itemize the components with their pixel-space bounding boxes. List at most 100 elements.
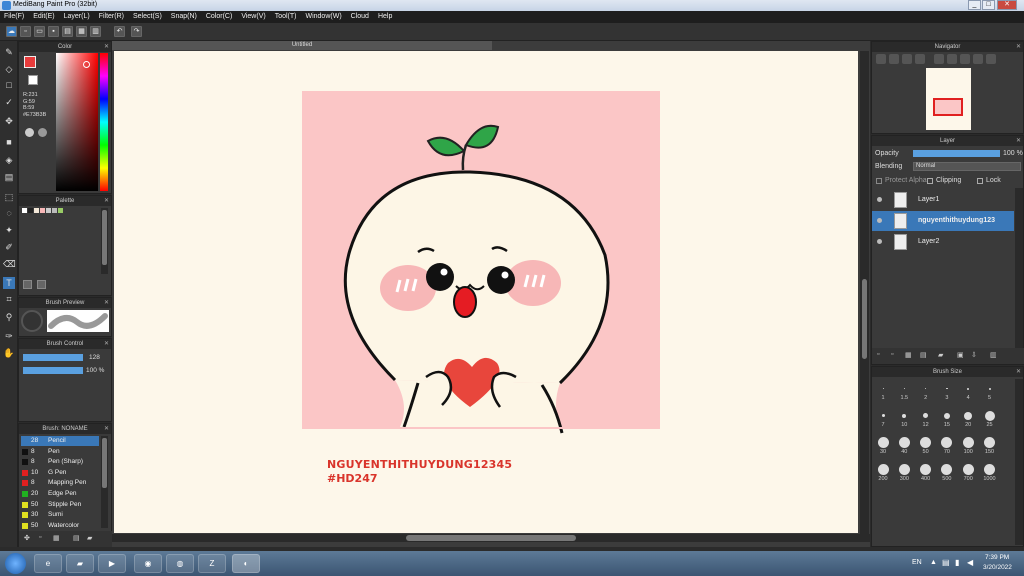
move-tool-icon[interactable]: ✥ [3, 115, 15, 127]
hand-tool-icon[interactable]: ✋ [3, 347, 15, 359]
brush-size-option[interactable]: 700 [961, 464, 975, 482]
brush-item-watercolor[interactable]: 50 Watercolor [21, 521, 109, 531]
menu-file[interactable]: File(F) [0, 11, 29, 23]
visibility-icon[interactable] [877, 197, 882, 202]
select-eraser-icon[interactable]: ⌫ [3, 258, 16, 270]
menu-tool[interactable]: Tool(T) [271, 11, 302, 23]
redo-button[interactable]: ↷ [131, 26, 142, 37]
brush-size-option[interactable]: 1.5 [897, 383, 911, 401]
gradient-tool-icon[interactable]: ▤ [3, 171, 15, 183]
brush-size-option[interactable]: 70 [940, 437, 954, 455]
select-pen-icon[interactable]: ✐ [3, 241, 15, 253]
palette-swatch[interactable] [34, 208, 39, 213]
color-wheel-icon[interactable] [25, 128, 34, 137]
app-icon[interactable]: ◉ [134, 554, 162, 573]
brush-size-option[interactable]: 150 [983, 437, 997, 455]
brush-item-pen-sharp[interactable]: 8 Pen (Sharp) [21, 457, 109, 467]
brush-edit-icon[interactable]: ▤ [73, 534, 80, 542]
layer-scrollbar[interactable] [1015, 188, 1023, 348]
close-icon[interactable]: ✕ [104, 196, 109, 206]
layer-opacity-slider[interactable] [913, 150, 1000, 157]
menu-window[interactable]: Window(W) [301, 11, 346, 23]
shape-tool-icon[interactable]: □ [3, 79, 15, 91]
brush-size-option[interactable]: 4 [961, 383, 975, 401]
brush-item-pen[interactable]: 8 Pen [21, 447, 109, 457]
brush-size-option[interactable]: 300 [897, 464, 911, 482]
brush-item-g-pen[interactable]: 10 G Pen [21, 468, 109, 478]
hue-slider[interactable] [100, 53, 108, 191]
brush-item-stipple-pen[interactable]: 50 Stipple Pen [21, 500, 109, 510]
brush-size-option[interactable]: 1000 [983, 464, 997, 482]
brush-size-option[interactable]: 30 [876, 437, 890, 455]
brush-size-option[interactable]: 25 [983, 410, 997, 428]
menu-view[interactable]: View(V) [237, 11, 270, 23]
trash-icon[interactable]: ▥ [990, 351, 997, 359]
navigator-thumbnail[interactable] [926, 68, 971, 130]
start-button[interactable] [5, 553, 26, 574]
add-color-icon[interactable] [23, 280, 32, 289]
layer-row[interactable]: Layer1 [872, 190, 1014, 210]
close-icon[interactable]: ✕ [104, 298, 109, 308]
brush-size-option[interactable]: 10 [897, 410, 911, 428]
lock-checkbox[interactable] [977, 178, 983, 184]
brush-size-option[interactable]: 100 [961, 437, 975, 455]
minimize-button[interactable]: _ [968, 0, 981, 10]
chrome-icon[interactable]: ◍ [166, 554, 194, 573]
palette-swatch[interactable] [46, 208, 51, 213]
divide-tool-icon[interactable]: ⌗ [3, 293, 15, 305]
zoom-in-icon[interactable] [889, 54, 899, 64]
brush-add-icon[interactable]: ▦ [53, 534, 60, 542]
bucket-tool-icon[interactable]: ◈ [3, 154, 15, 166]
duplicate-layer-icon[interactable]: ▣ [957, 351, 964, 359]
magic-wand-icon[interactable]: ✦ [3, 224, 15, 236]
zalo-icon[interactable]: Z [198, 554, 226, 573]
horizontal-scroll-thumb[interactable] [406, 535, 576, 541]
palette-swatch[interactable] [22, 208, 27, 213]
network-icon[interactable]: ▤ [942, 558, 950, 567]
halftone-layer-icon[interactable]: ▦ [905, 351, 912, 359]
blending-select[interactable]: Normal [913, 162, 1021, 171]
brush-size-option[interactable]: 2 [919, 383, 933, 401]
menu-color[interactable]: Color(C) [202, 11, 237, 23]
new-layer-icon[interactable]: ▫ [877, 351, 879, 358]
brush-item-mapping-pen[interactable]: 8 Mapping Pen [21, 478, 109, 488]
document-tab[interactable]: Untitled [112, 41, 492, 50]
menu-layer[interactable]: Layer(L) [60, 11, 95, 23]
close-icon[interactable]: ✕ [1016, 42, 1021, 52]
brush-size-option[interactable]: 15 [940, 410, 954, 428]
open-icon[interactable]: ▭ [34, 26, 45, 37]
brush-size-option[interactable]: 1 [876, 383, 890, 401]
brush-size-option[interactable]: 3 [940, 383, 954, 401]
palette-swatch[interactable] [40, 208, 45, 213]
palette-swatch[interactable] [58, 208, 63, 213]
clipping-checkbox[interactable] [927, 178, 933, 184]
horizontal-scrollbar[interactable] [112, 534, 870, 542]
menu-cloud[interactable]: Cloud [347, 11, 374, 23]
delete-color-icon[interactable] [37, 280, 46, 289]
brush-settings-icon[interactable]: ✤ [24, 534, 30, 542]
vertical-scroll-thumb[interactable] [862, 279, 867, 359]
palette-swatch[interactable] [52, 208, 57, 213]
save-icon[interactable]: ▪ [48, 26, 59, 37]
maximize-button[interactable]: □ [982, 0, 995, 10]
fill-rect-icon[interactable]: ■ [3, 136, 15, 148]
medibang-icon[interactable]: ◐ [232, 554, 260, 573]
close-button[interactable]: ✕ [997, 0, 1017, 10]
close-icon[interactable]: ✕ [1016, 367, 1021, 377]
brush-size-scrollbar[interactable] [1015, 379, 1023, 545]
ie-icon[interactable]: e [34, 554, 62, 573]
layout-icon[interactable]: ▥ [90, 26, 101, 37]
vertical-scrollbar[interactable] [860, 51, 869, 534]
close-icon[interactable]: ✕ [104, 339, 109, 349]
flip-icon[interactable] [947, 54, 957, 64]
brush-item-sumi[interactable]: 30 Sumi [21, 510, 109, 520]
brush-size-slider[interactable] [23, 354, 83, 361]
fit-icon[interactable] [902, 54, 912, 64]
media-player-icon[interactable]: ▶ [98, 554, 126, 573]
folder-icon[interactable]: ▰ [938, 351, 943, 359]
palette-swatch[interactable] [28, 208, 33, 213]
brush-opacity-slider[interactable] [23, 367, 83, 374]
brush-tool-icon[interactable]: ✎ [3, 46, 15, 58]
menu-help[interactable]: Help [374, 11, 397, 23]
menu-edit[interactable]: Edit(E) [29, 11, 59, 23]
